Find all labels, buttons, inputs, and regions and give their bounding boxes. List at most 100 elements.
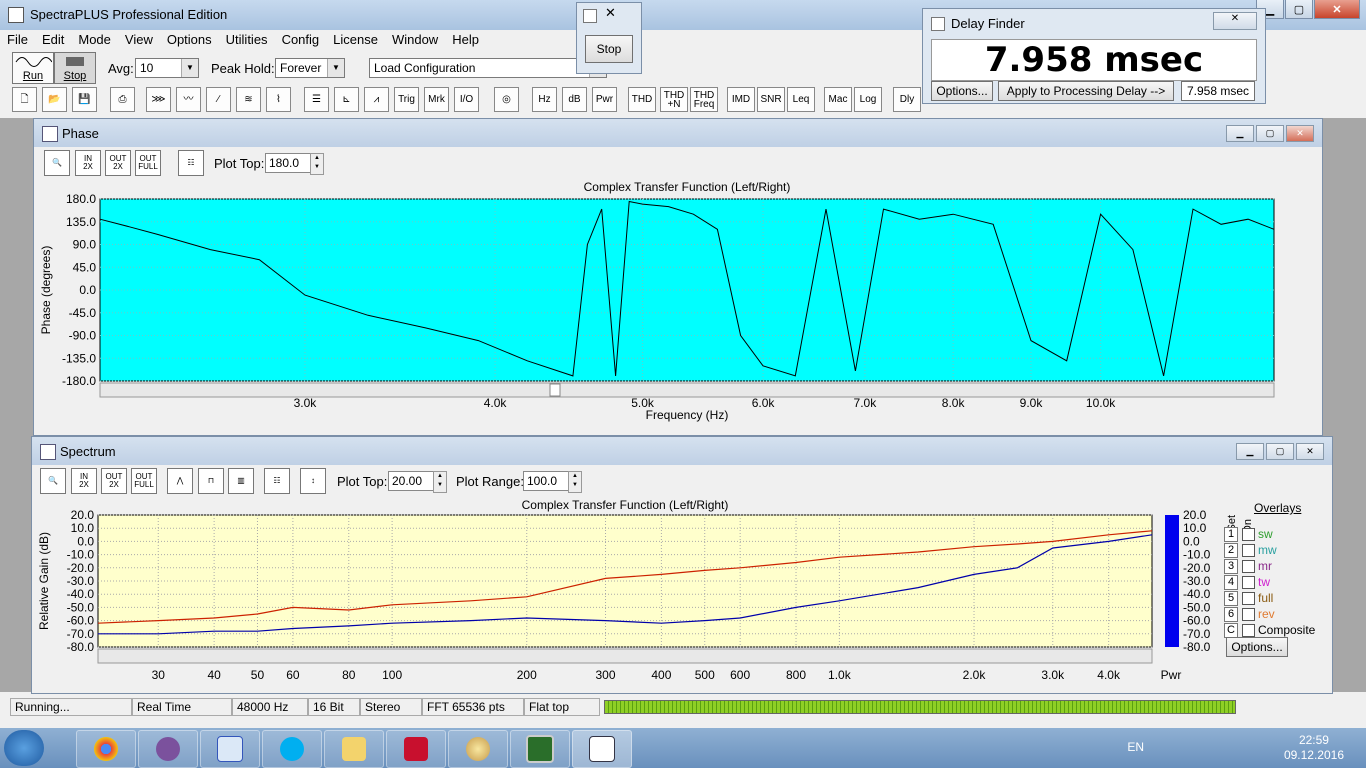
mac-button[interactable]: Mac [824, 87, 852, 112]
step-plot-icon[interactable]: ⊓ [198, 468, 224, 494]
zoom-in-2x-icon[interactable]: IN 2X [75, 150, 101, 176]
trig-button[interactable]: Trig [394, 87, 419, 112]
overlays-options-button[interactable]: Options... [1226, 637, 1288, 657]
bar-plot-icon[interactable]: ▥ [228, 468, 254, 494]
menu-help[interactable]: Help [445, 30, 486, 50]
fast-forward-icon[interactable]: ⋙ [146, 87, 171, 112]
viber-icon[interactable] [138, 730, 198, 768]
zoom-out-2x-icon[interactable]: OUT 2X [105, 150, 131, 176]
dly-button[interactable]: Dly [893, 87, 921, 112]
overlay-on-checkbox[interactable] [1242, 544, 1255, 557]
stop-toolbar-button[interactable]: Stop [54, 52, 96, 84]
thd-freq-button[interactable]: THD Freq [690, 87, 718, 112]
overlay-set-button[interactable]: 4 [1224, 575, 1238, 590]
monitor-app-icon[interactable] [510, 730, 570, 768]
chrome-icon[interactable] [76, 730, 136, 768]
imd-button[interactable]: IMD [727, 87, 755, 112]
save-disk-icon[interactable]: 💾 [72, 87, 97, 112]
close-button[interactable]: ✕ [1314, 0, 1360, 19]
phase-minimize-button[interactable]: ▁ [1226, 125, 1254, 142]
log-button[interactable]: Log [854, 87, 882, 112]
spectrum-plot-top-input[interactable]: 20.00 ▲ ▼ [388, 471, 447, 493]
overlay-on-checkbox[interactable] [1242, 528, 1255, 541]
spectrum-maximize-button[interactable]: ▢ [1266, 443, 1294, 460]
overlay-set-button[interactable]: 1 [1224, 527, 1238, 542]
hz-button[interactable]: Hz [532, 87, 557, 112]
waveform-icon[interactable]: 〰 [176, 87, 201, 112]
print-icon[interactable]: ⎙ [110, 87, 135, 112]
spin-arrows-icon[interactable]: ▲ ▼ [568, 471, 582, 493]
explorer-icon[interactable] [324, 730, 384, 768]
delay-options-button[interactable]: Options... [931, 81, 993, 101]
open-folder-icon[interactable]: 📂 [42, 87, 67, 112]
list-icon[interactable]: ☰ [304, 87, 329, 112]
close-icon[interactable]: ✕ [1213, 12, 1257, 30]
thd-n-button[interactable]: THD +N [660, 87, 688, 112]
zoom-icon[interactable]: 🔍 [40, 468, 66, 494]
overlay-on-checkbox[interactable] [1242, 560, 1255, 573]
vertical-range-icon[interactable]: ↕ [300, 468, 326, 494]
maximize-button[interactable]: ▢ [1285, 0, 1313, 19]
overlay-on-checkbox[interactable] [1242, 624, 1255, 637]
apply-delay-button[interactable]: Apply to Processing Delay --> [998, 81, 1174, 101]
slope-icon[interactable]: ∕ [206, 87, 231, 112]
spin-arrows-icon[interactable]: ▲ ▼ [310, 153, 324, 175]
overlay-set-button[interactable]: C [1224, 623, 1238, 638]
thd-button[interactable]: THD [628, 87, 656, 112]
avg-select[interactable]: 10 ▼ [135, 58, 199, 78]
overlay-set-button[interactable]: 3 [1224, 559, 1238, 574]
zoom-icon[interactable]: 🔍 [44, 150, 70, 176]
zoom-in-2x-icon[interactable]: IN 2X [71, 468, 97, 494]
spectrogram-icon[interactable]: ≋ [236, 87, 261, 112]
overlay-set-button[interactable]: 5 [1224, 591, 1238, 606]
overlay-set-button[interactable]: 2 [1224, 543, 1238, 558]
db-button[interactable]: dB [562, 87, 587, 112]
skype-icon[interactable] [262, 730, 322, 768]
menu-file[interactable]: File [0, 30, 35, 50]
phase-maximize-button[interactable]: ▢ [1256, 125, 1284, 142]
generator-icon[interactable]: ◎ [494, 87, 519, 112]
3d-surface-icon[interactable]: ⌇ [266, 87, 291, 112]
peak-hold-select[interactable]: Forever ▼ [275, 58, 345, 78]
menu-config[interactable]: Config [275, 30, 327, 50]
close-icon[interactable]: ✕ [605, 5, 616, 21]
zoom-out-full-icon[interactable]: OUT FULL [135, 150, 161, 176]
spectraplus-taskbar-icon[interactable] [572, 730, 632, 768]
menu-view[interactable]: View [118, 30, 160, 50]
clock[interactable]: 22:59 09.12.2016 [1284, 733, 1344, 763]
polar-icon[interactable]: ⩘ [364, 87, 389, 112]
plot-range-input[interactable]: 100.0 ▲ ▼ [523, 471, 582, 493]
snr-button[interactable]: SNR [757, 87, 785, 112]
pwr-button[interactable]: Pwr [592, 87, 617, 112]
spectrum-minimize-button[interactable]: ▁ [1236, 443, 1264, 460]
spectrum-close-button[interactable]: ✕ [1296, 443, 1324, 460]
wordpad-icon[interactable] [200, 730, 260, 768]
menu-utilities[interactable]: Utilities [219, 30, 275, 50]
spin-arrows-icon[interactable]: ▲ ▼ [433, 471, 447, 493]
zoom-out-2x-icon[interactable]: OUT 2X [101, 468, 127, 494]
overlay-set-button[interactable]: 6 [1224, 607, 1238, 622]
paint-icon[interactable] [448, 730, 508, 768]
language-indicator[interactable]: EN [1127, 740, 1144, 754]
properties-icon[interactable]: ☷ [178, 150, 204, 176]
load-configuration-select[interactable]: Load Configuration▼ [369, 58, 607, 78]
run-button[interactable]: Run [12, 52, 54, 84]
menu-license[interactable]: License [326, 30, 385, 50]
axis-icon[interactable]: ⊾ [334, 87, 359, 112]
new-file-icon[interactable]: 🗋 [12, 87, 37, 112]
menu-edit[interactable]: Edit [35, 30, 71, 50]
menu-window[interactable]: Window [385, 30, 445, 50]
menu-mode[interactable]: Mode [71, 30, 118, 50]
start-button[interactable] [4, 730, 44, 766]
io-button[interactable]: I/O [454, 87, 479, 112]
menu-options[interactable]: Options [160, 30, 219, 50]
pdf-icon[interactable] [386, 730, 446, 768]
overlay-on-checkbox[interactable] [1242, 608, 1255, 621]
line-plot-icon[interactable]: ⋀ [167, 468, 193, 494]
zoom-out-full-icon[interactable]: OUT FULL [131, 468, 157, 494]
leq-button[interactable]: Leq [787, 87, 815, 112]
phase-plot-top-input[interactable]: 180.0 ▲ ▼ [265, 153, 324, 175]
stop-button[interactable]: Stop [585, 35, 633, 63]
overlay-on-checkbox[interactable] [1242, 576, 1255, 589]
properties-icon[interactable]: ☷ [264, 468, 290, 494]
